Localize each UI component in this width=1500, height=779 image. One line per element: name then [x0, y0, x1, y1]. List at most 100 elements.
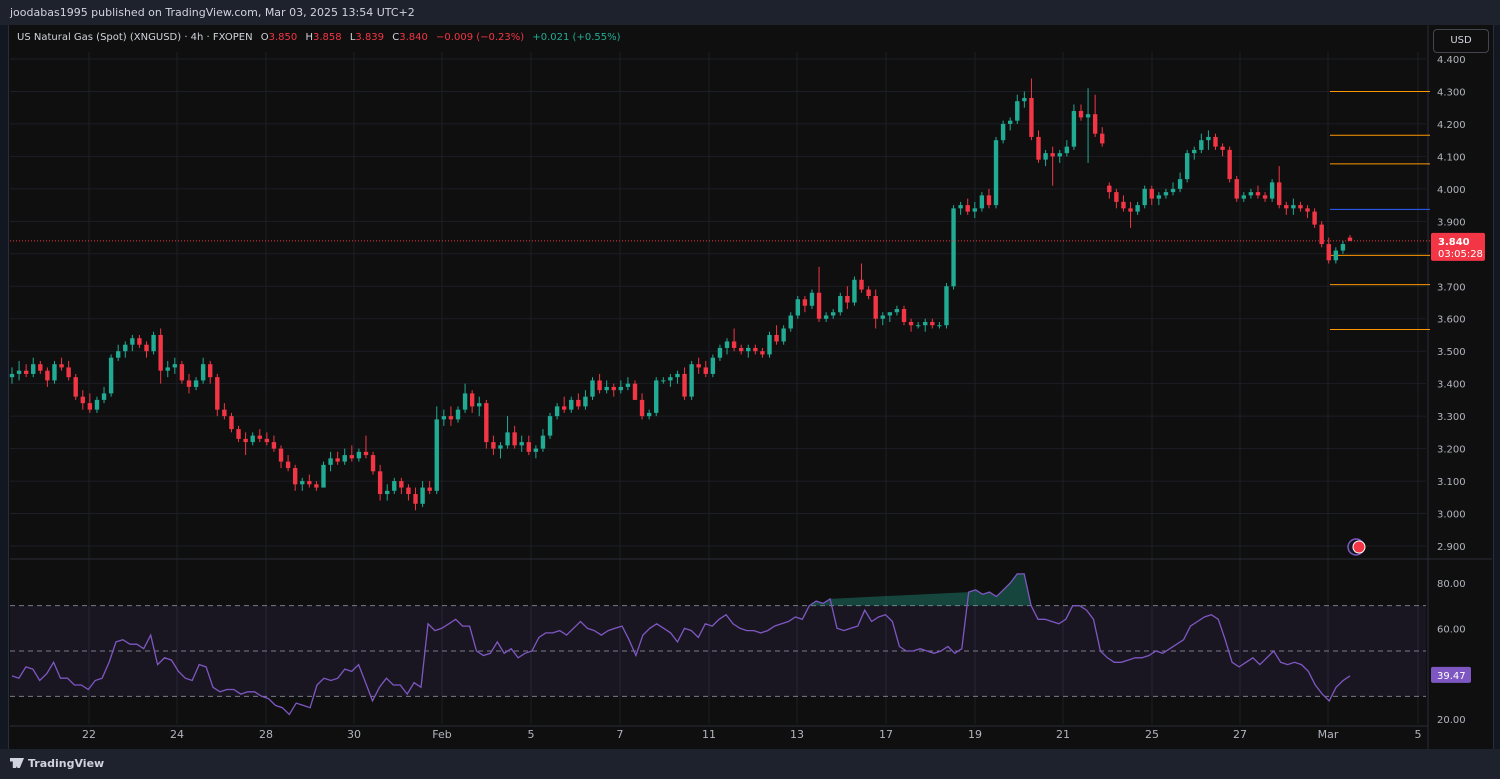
candle-body: [101, 393, 107, 400]
candle-body: [710, 357, 716, 374]
candle-body: [477, 403, 482, 407]
price-tick-label: 3.200: [1437, 445, 1466, 456]
time-tick-label: 24: [170, 728, 184, 741]
candle-body: [151, 334, 156, 352]
candle-body: [838, 296, 843, 313]
rsi-tick-label: 80.00: [1437, 579, 1466, 590]
candle-body: [1015, 101, 1020, 121]
price-tick-label: 3.000: [1437, 510, 1466, 521]
price-tick-label: 4.200: [1437, 120, 1466, 131]
time-tick-label: Mar: [1318, 728, 1339, 741]
currency-button[interactable]: USD: [1433, 29, 1489, 53]
candle-body: [349, 455, 355, 459]
candle-body: [1184, 153, 1190, 180]
candle-body: [45, 370, 50, 381]
candle-body: [661, 380, 666, 382]
candle-body: [505, 432, 510, 446]
time-tick-label: Feb: [432, 728, 451, 741]
candle-body: [257, 435, 262, 439]
candle-body: [1192, 149, 1197, 154]
candle-body: [738, 347, 744, 352]
candle-body: [278, 448, 284, 462]
time-tick-label: 5: [1415, 728, 1422, 741]
candle-body: [1326, 244, 1331, 261]
candle-body: [1156, 195, 1162, 199]
candle-body: [696, 364, 701, 368]
candle-body: [9, 373, 15, 378]
candle-body: [300, 481, 305, 485]
symbol-legend: US Natural Gas (Spot) (XNGUSD) · 4h · FX…: [17, 32, 621, 43]
candle-body: [292, 468, 298, 485]
candle-body: [654, 380, 659, 413]
symbol-name[interactable]: US Natural Gas (Spot) (XNGUSD) · 4h · FX…: [17, 32, 253, 43]
candle-body: [823, 315, 829, 319]
time-tick-label: 11: [702, 728, 716, 741]
candle-body: [958, 205, 963, 209]
candle-body: [1177, 179, 1183, 189]
candle-body: [208, 364, 213, 378]
candle-body: [1100, 133, 1105, 144]
candle-body: [1291, 205, 1296, 209]
candle-body: [321, 464, 326, 488]
candle-body: [561, 406, 567, 410]
candle-body: [781, 328, 786, 342]
candle-body: [23, 370, 29, 374]
candle-body: [986, 195, 992, 206]
candle-body: [547, 416, 553, 436]
candle-body: [1064, 146, 1070, 154]
candle-body: [1305, 208, 1310, 212]
time-tick-label: 28: [259, 728, 273, 741]
candle-body: [1163, 192, 1169, 196]
rsi-value-label: 39.47: [1437, 671, 1466, 682]
time-tick-label: 5: [528, 728, 535, 741]
candle-body: [1248, 192, 1254, 196]
chart-canvas[interactable]: 4.4004.3004.2004.1004.0003.9003.8003.700…: [0, 0, 1500, 779]
candle-body: [80, 396, 85, 404]
candle-body: [1057, 153, 1062, 157]
candle-body: [519, 442, 524, 446]
candle-body: [73, 377, 78, 397]
candle-body: [236, 429, 241, 439]
change-value-2: +0.021 (+0.55%): [532, 32, 621, 43]
candle-body: [222, 409, 227, 417]
candle-body: [1255, 192, 1261, 196]
candle-body: [809, 292, 815, 306]
candle-body: [859, 279, 864, 290]
candle-body: [901, 308, 907, 322]
price-tick-label: 4.400: [1437, 55, 1466, 66]
time-tick-label: 30: [347, 728, 361, 741]
price-tick-label: 2.900: [1437, 542, 1466, 553]
candle-body: [1149, 188, 1154, 199]
candle-body: [52, 364, 57, 381]
candle-body: [1071, 110, 1077, 147]
candle-body: [795, 299, 801, 316]
candle-body: [993, 140, 999, 206]
candle-body: [469, 393, 475, 407]
candle-body: [1085, 114, 1091, 118]
candle-body: [1284, 205, 1289, 209]
candle-body: [1340, 244, 1346, 251]
candle-body: [1142, 188, 1147, 206]
candle-body: [264, 438, 270, 443]
candle-body: [377, 471, 383, 495]
candle-body: [1078, 110, 1084, 118]
candle-body: [1333, 250, 1339, 261]
candle-body: [767, 334, 772, 355]
candle-body: [887, 312, 893, 316]
candle-body: [675, 373, 680, 378]
last-price-label: 3.840: [1438, 237, 1470, 248]
candle-body: [774, 334, 779, 342]
rsi-band-background: [10, 605, 1426, 697]
candle-body: [930, 321, 935, 326]
candle-body: [915, 325, 921, 327]
candle-body: [802, 299, 808, 306]
candle-body: [1199, 140, 1204, 150]
footer-bar: TradingView: [0, 749, 1500, 779]
candle-body: [646, 412, 652, 417]
candle-body: [1007, 120, 1013, 124]
candle-body: [1220, 146, 1225, 150]
candle-body: [1036, 136, 1041, 160]
tradingview-logo[interactable]: TradingView: [10, 757, 104, 770]
time-tick-label: 22: [82, 728, 96, 741]
candle-body: [434, 419, 439, 491]
